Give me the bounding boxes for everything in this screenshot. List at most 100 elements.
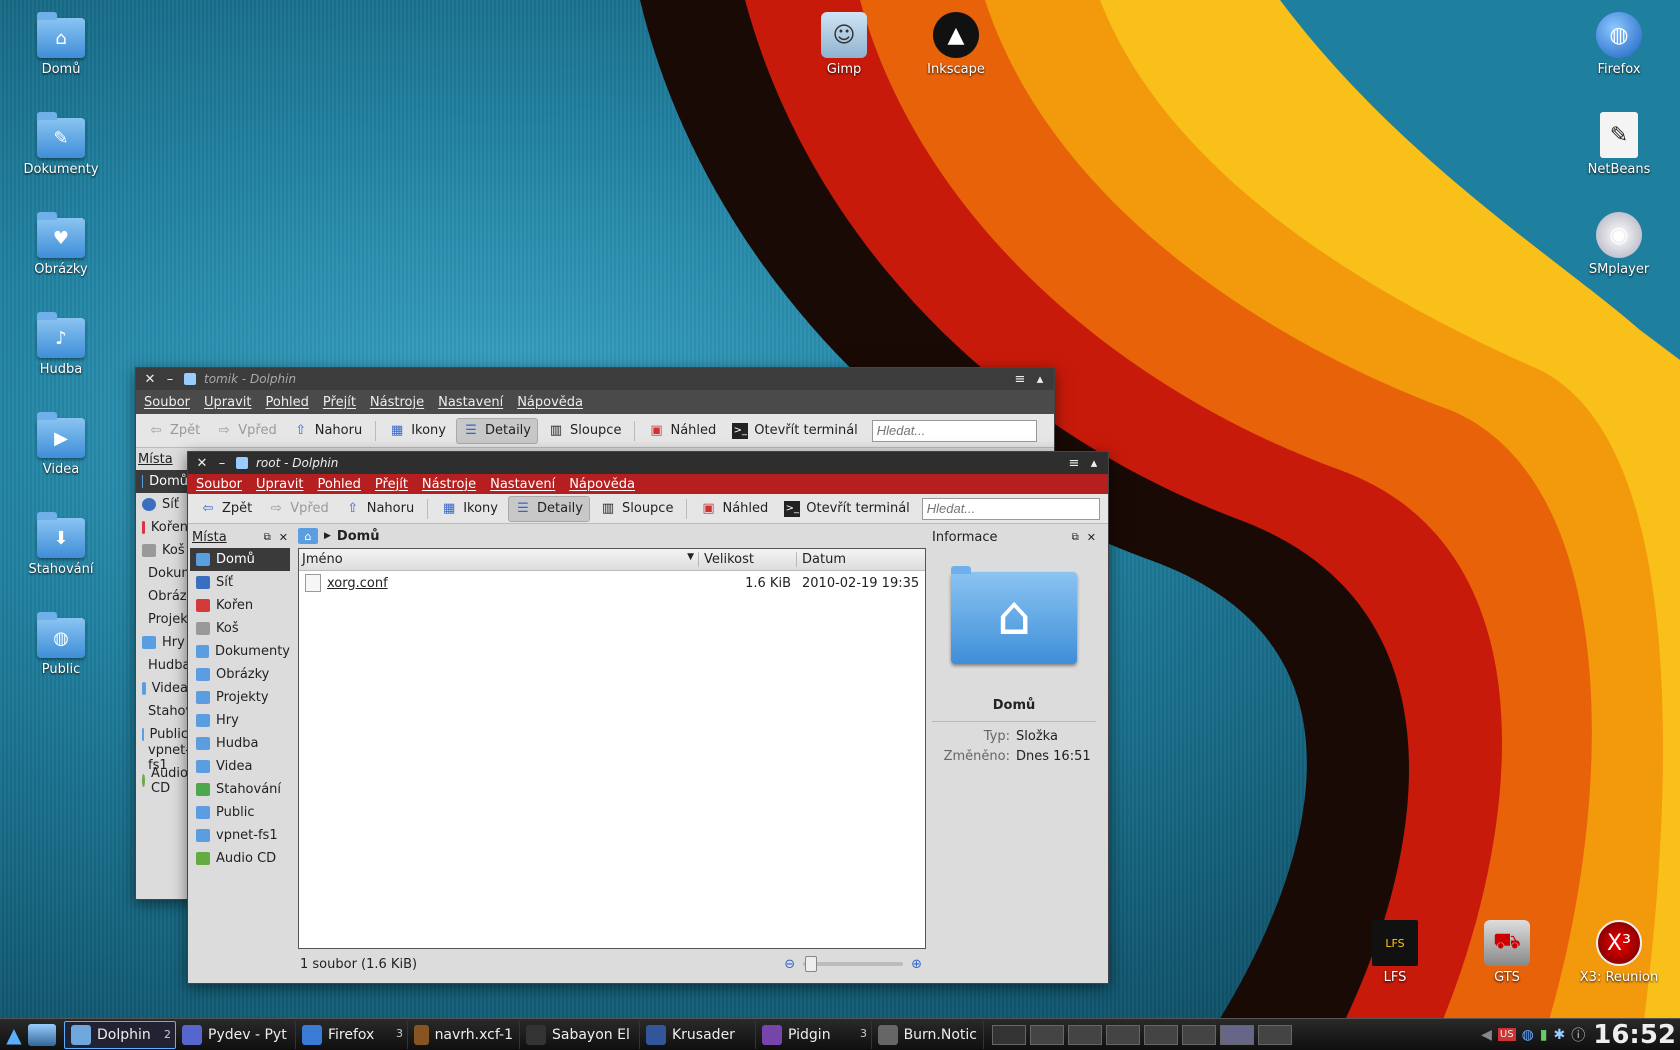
place-item[interactable]: Hry [136, 631, 188, 654]
forward-button[interactable]: ⇨ Vpřed [210, 418, 282, 444]
place-item[interactable]: Videa [136, 677, 188, 700]
menu-nastaveni[interactable]: Nastavení [490, 477, 555, 492]
up-button[interactable]: ⇧ Nahoru [339, 496, 420, 522]
taskbar-task[interactable]: Pidgin 3 [756, 1020, 872, 1049]
desktop-icon-4[interactable]: ▶ Videa [11, 412, 111, 477]
back-button[interactable]: ⇦ Zpět [142, 418, 206, 444]
taskbar-task[interactable]: Burn.Notic [872, 1020, 984, 1049]
place-item[interactable]: Koš [190, 617, 290, 640]
menu-napoveda[interactable]: Nápověda [517, 395, 583, 410]
preview-button[interactable]: ▣ Náhled [694, 496, 774, 522]
taskbar-task[interactable]: navrh.xcf-1 [408, 1020, 520, 1049]
file-list[interactable]: Jméno ▼ Velikost Datum xorg.conf 1.6 KiB … [298, 548, 926, 949]
menu-pohled[interactable]: Pohled [265, 395, 308, 410]
place-item[interactable]: Dokumenty [190, 640, 290, 663]
menu-icon[interactable]: ≡ [1068, 456, 1080, 471]
place-item[interactable]: Koš [136, 539, 188, 562]
desktop-icon-firefox[interactable]: ◍ Firefox [1569, 12, 1669, 77]
column-size[interactable]: Velikost [699, 552, 797, 567]
dolphin-window-front[interactable]: ✕ – root - Dolphin ≡ ▴ Soubor Upravit Po… [187, 451, 1109, 984]
place-item[interactable]: Domů [136, 470, 188, 493]
menu-nastroje[interactable]: Nástroje [422, 477, 476, 492]
terminal-button[interactable]: >_ Otevřít terminál [778, 496, 916, 522]
place-item[interactable]: Síť [190, 571, 290, 594]
place-item[interactable]: Kořen [136, 516, 188, 539]
columns-view-button[interactable]: ▥ Sloupce [542, 418, 627, 444]
zoom-in-icon[interactable]: ⊕ [911, 957, 922, 972]
detach-icon[interactable]: ⧉ [264, 532, 271, 543]
place-item[interactable]: Stahování [190, 778, 290, 801]
details-view-button[interactable]: ☰ Detaily [456, 417, 538, 444]
place-item[interactable]: Audio CD [136, 766, 188, 792]
desktop-icon-6[interactable]: ◍ Public [11, 612, 111, 677]
place-item[interactable]: vpnet-fs1 [190, 824, 290, 847]
forward-button[interactable]: ⇨ Vpřed [262, 496, 334, 522]
zoom-slider-handle[interactable] [805, 956, 818, 972]
icons-view-button[interactable]: ▦ Ikony [383, 418, 452, 444]
place-item[interactable]: Domů [190, 548, 290, 571]
menu-nastroje[interactable]: Nástroje [370, 395, 424, 410]
keyboard-layout-icon[interactable]: US [1497, 1028, 1516, 1041]
clock[interactable]: 16:52 [1593, 1020, 1676, 1050]
minimize-icon[interactable]: – [216, 456, 228, 471]
home-icon[interactable]: ⌂ [298, 528, 318, 544]
taskbar-task[interactable]: Firefox 3 [296, 1020, 408, 1049]
back-button[interactable]: ⇦ Zpět [194, 496, 258, 522]
place-item[interactable]: Hudba [136, 654, 188, 677]
menu-icon[interactable]: ≡ [1014, 372, 1026, 387]
place-item[interactable]: Dokumenty [136, 562, 188, 585]
desktop-icon-1[interactable]: ✎ Dokumenty [11, 112, 111, 177]
show-desktop-icon[interactable] [28, 1023, 56, 1046]
breadcrumb-current[interactable]: Domů [337, 529, 380, 544]
place-item[interactable]: Audio CD [190, 847, 290, 870]
detach-icon[interactable]: ⧉ [1072, 532, 1079, 543]
desktop-pager-6[interactable] [1182, 1024, 1216, 1045]
place-item[interactable]: Obrázky [190, 663, 290, 686]
minimize-icon[interactable]: – [164, 372, 176, 387]
menu-pohled[interactable]: Pohled [317, 477, 360, 492]
place-item[interactable]: Hudba [190, 732, 290, 755]
close-icon[interactable]: ✕ [144, 372, 156, 387]
taskbar-task[interactable]: Krusader [640, 1020, 756, 1049]
desktop-icon-lfs[interactable]: LFS LFS [1345, 920, 1445, 985]
place-item[interactable]: Obrázky [136, 585, 188, 608]
launcher-icon[interactable]: ▲ [0, 1023, 28, 1047]
desktop-icon-2[interactable]: ♥ Obrázky [11, 212, 111, 277]
place-item[interactable]: Videa [190, 755, 290, 778]
preview-button[interactable]: ▣ Náhled [642, 418, 722, 444]
desktop-pager-3[interactable] [1068, 1024, 1102, 1045]
taskbar-task[interactable]: Pydev - Pyt [176, 1020, 296, 1049]
search-input[interactable] [921, 497, 1100, 520]
desktop-icon-x3[interactable]: X³ X3: Reunion [1569, 920, 1669, 985]
up-button[interactable]: ⇧ Nahoru [287, 418, 368, 444]
taskbar-task[interactable]: Sabayon El [520, 1020, 640, 1049]
desktop-icon-smplayer[interactable]: ◉ SMplayer [1569, 212, 1669, 277]
desktop-icon-3[interactable]: ♪ Hudba [11, 312, 111, 377]
desktop-icon-inkscape[interactable]: ▲ Inkscape [906, 12, 1006, 77]
details-view-button[interactable]: ☰ Detaily [508, 495, 590, 522]
desktop-icon-netbeans[interactable]: ✎ NetBeans [1569, 112, 1669, 177]
table-row[interactable]: xorg.conf 1.6 KiB 2010-02-19 19:35 [299, 571, 925, 595]
icons-view-button[interactable]: ▦ Ikony [435, 496, 504, 522]
desktop-icon-0[interactable]: ⌂ Domů [11, 12, 111, 77]
menu-soubor[interactable]: Soubor [196, 477, 242, 492]
place-item[interactable]: Projekty [190, 686, 290, 709]
column-date[interactable]: Datum [797, 552, 925, 567]
desktop-icon-5[interactable]: ⬇ Stahování [11, 512, 111, 577]
menu-upravit[interactable]: Upravit [256, 477, 303, 492]
desktop-pager-1[interactable] [992, 1024, 1026, 1045]
desktop-pager-7[interactable] [1220, 1024, 1254, 1045]
desktop-pager-5[interactable] [1144, 1024, 1178, 1045]
place-item[interactable]: Stahování [136, 700, 188, 723]
place-item[interactable]: Projekty [136, 608, 188, 631]
menu-prejit[interactable]: Přejít [375, 477, 408, 492]
columns-view-button[interactable]: ▥ Sloupce [594, 496, 679, 522]
tray-arrow-icon[interactable]: ◀ [1481, 1027, 1492, 1043]
terminal-button[interactable]: >_ Otevřít terminál [726, 418, 864, 444]
search-input[interactable] [871, 419, 1037, 442]
taskbar-task[interactable]: Dolphin 2 [64, 1020, 176, 1049]
zoom-slider[interactable] [803, 956, 904, 972]
desktop-pager-2[interactable] [1030, 1024, 1064, 1045]
place-item[interactable]: Public [190, 801, 290, 824]
close-panel-icon[interactable]: ✕ [279, 531, 288, 544]
